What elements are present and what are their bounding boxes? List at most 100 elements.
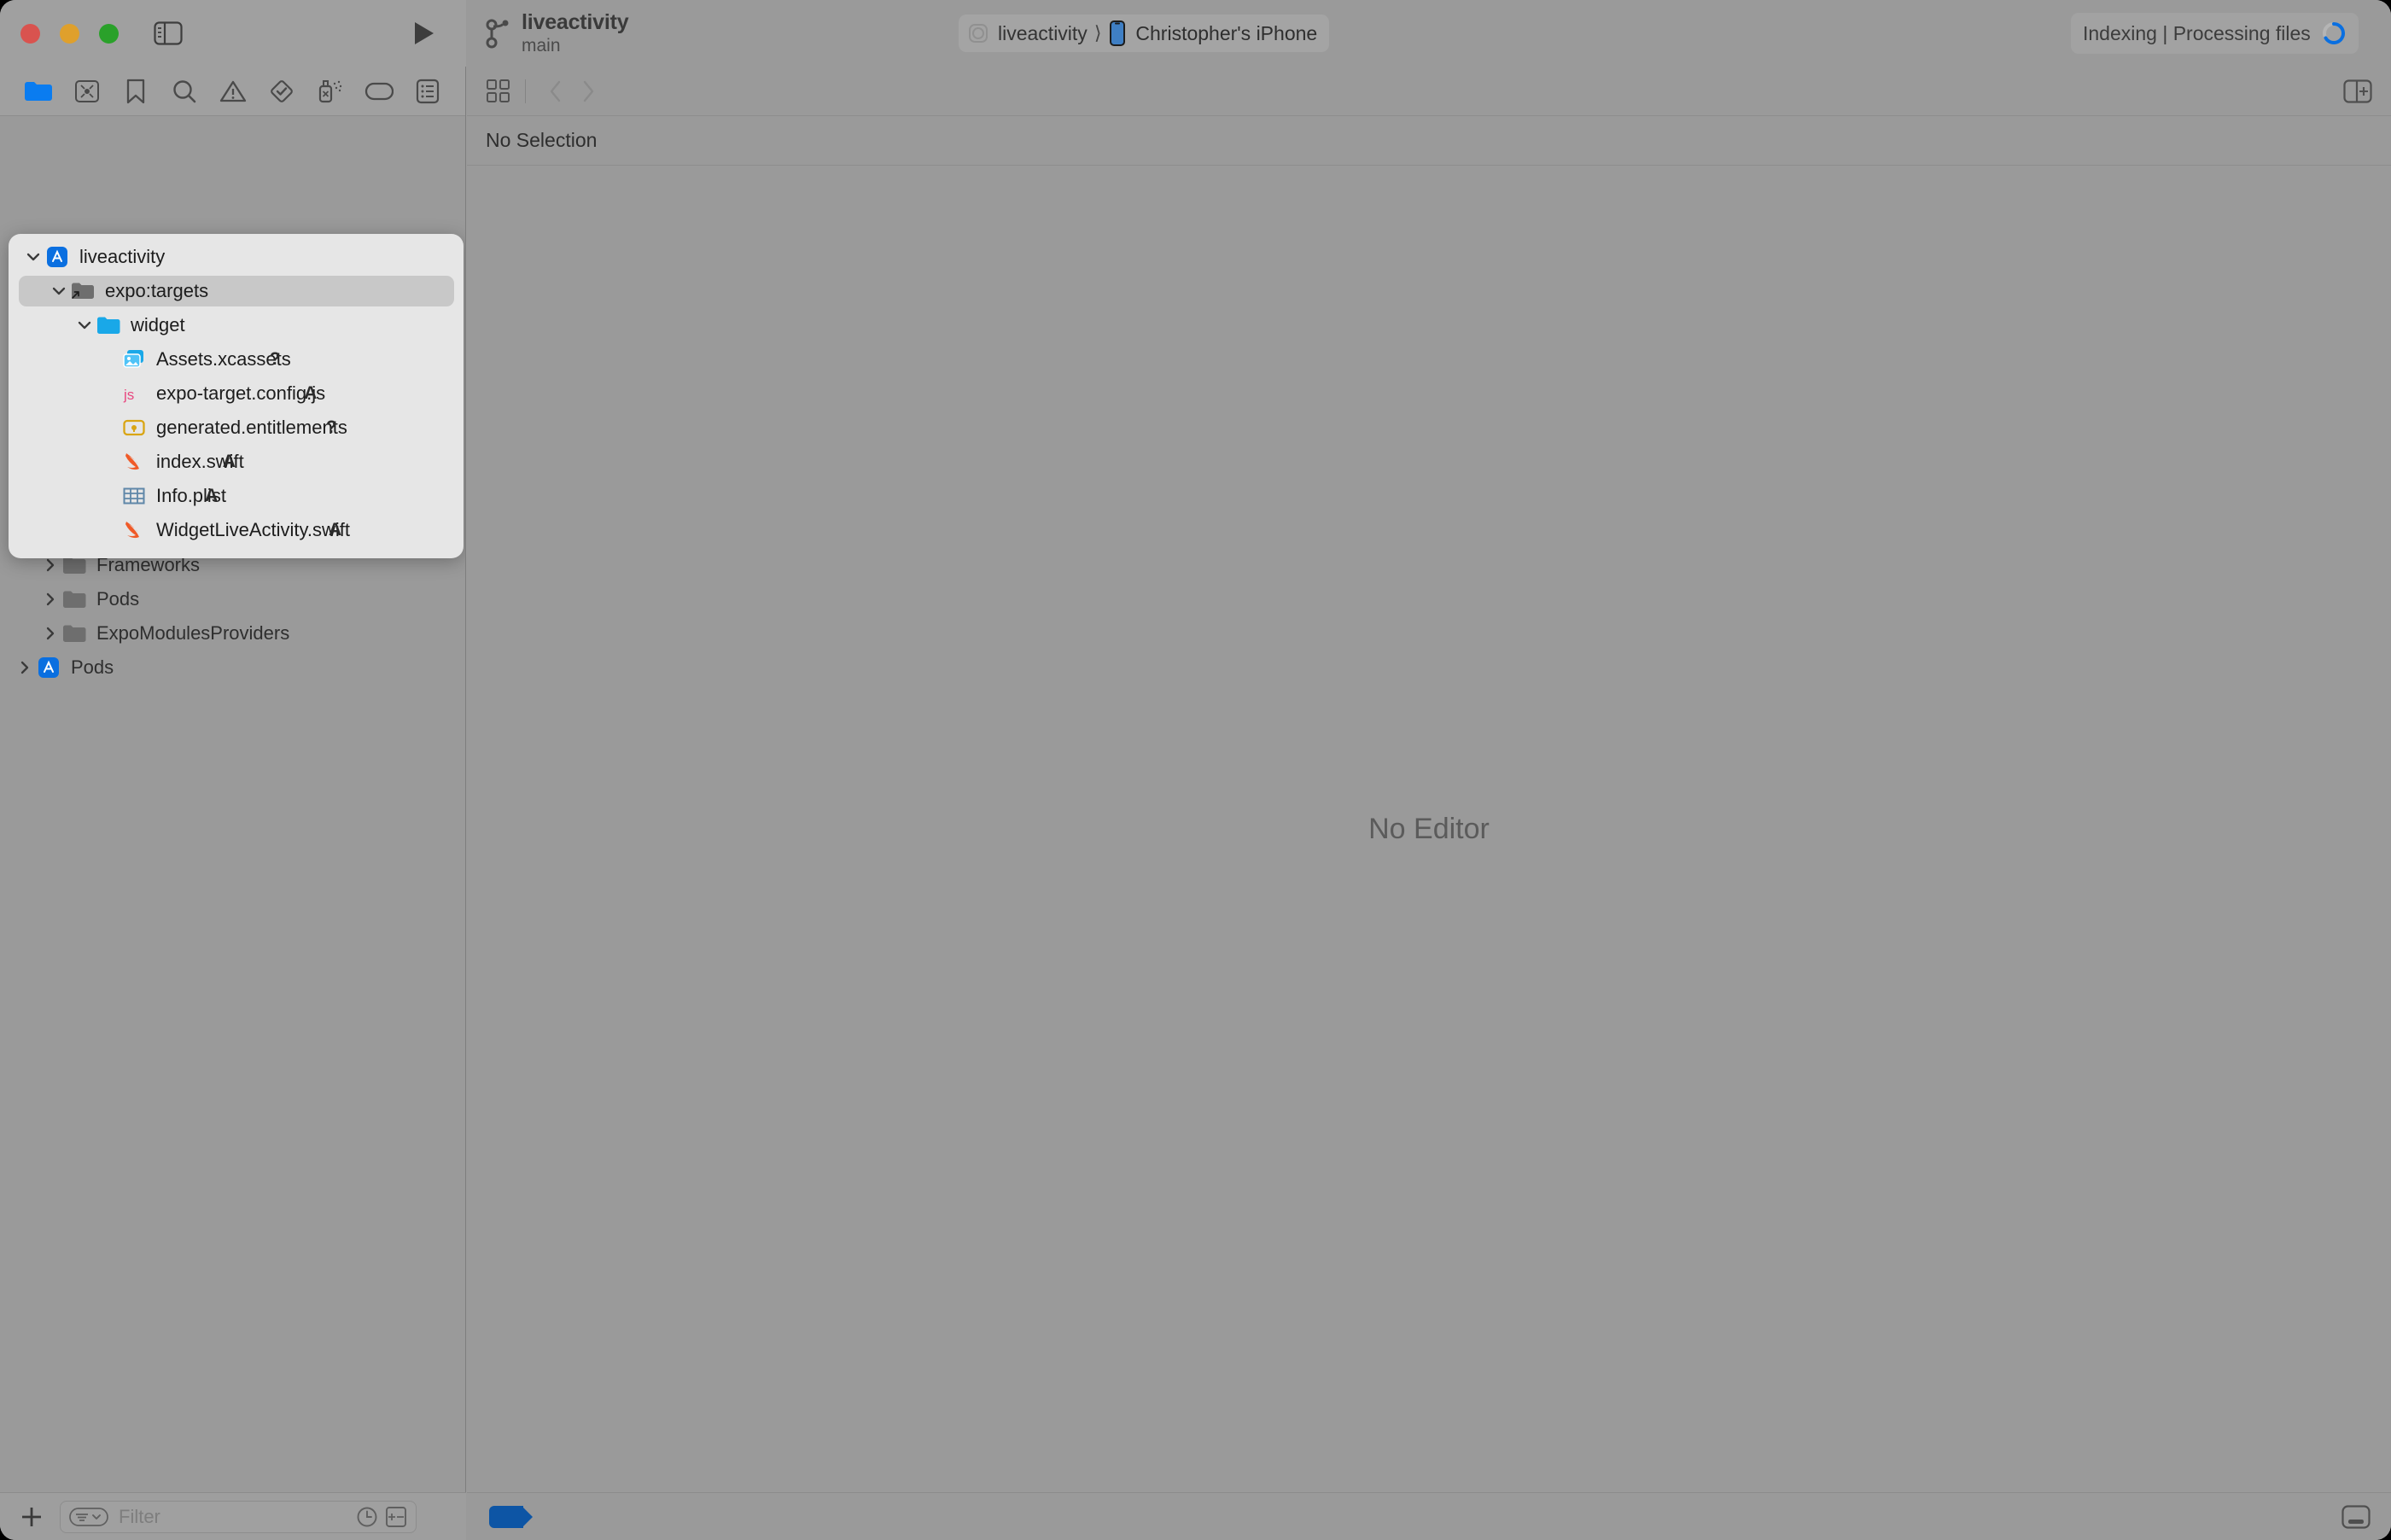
add-editor-icon[interactable] [2343,79,2372,103]
tree-row[interactable]: Pods [0,650,465,685]
editor-toolbar [467,67,2391,116]
folder-gray-icon [61,624,87,643]
chevron-left-icon[interactable] [548,79,563,103]
xcode-window: liveactivity main liveactivity ⟩ [0,0,2391,1540]
tree-row-expo-targets[interactable]: expo:targets [9,274,464,308]
disclosure-chevron-icon[interactable] [39,626,61,641]
tree-row-widgetliveactivity-swift[interactable]: WidgetLiveActivity.swift A [9,513,464,547]
folder-alias-icon [70,280,96,302]
titlebar-left-section [0,0,466,67]
chevron-right-icon[interactable] [580,79,596,103]
folder-gray-icon [61,556,87,575]
zoom-button[interactable] [99,24,119,44]
debug-area-toggle-icon[interactable] [2341,1505,2371,1529]
tree-row-label: WidgetLiveActivity.swift [156,519,350,541]
scheme-device-selector[interactable]: liveactivity ⟩ Christopher's iPhone [959,15,1329,52]
tree-row-info-plist[interactable]: Info.plist A [9,479,464,513]
disclosure-chevron-down-icon[interactable] [48,285,70,297]
activity-status[interactable]: Indexing | Processing files [2071,13,2359,54]
branch-project-name: liveactivity [522,11,628,33]
minimize-button[interactable] [60,24,79,44]
device-name[interactable]: Christopher's iPhone [1135,22,1317,45]
disclosure-chevron-icon[interactable] [14,660,36,675]
tree-row-generated-entitlements[interactable]: generated.entitlements ? [9,411,464,445]
tree-row-label: ExpoModulesProviders [96,622,289,645]
tree-row-label: Pods [71,656,114,679]
tree-row-label: liveactivity [79,246,165,268]
sidebar-toggle-icon[interactable] [154,21,183,45]
scm-status-badge: A [304,383,317,404]
scm-status-badge: A [329,520,341,540]
xcodeproj-icon [44,246,70,268]
branch-indicator[interactable]: liveactivity main [485,11,628,55]
sidebar-item-find-navigator[interactable] [160,73,208,110]
add-file-button[interactable] [19,1504,44,1530]
editor-layout-icon[interactable] [486,79,511,104]
editor-area: No Selection No Editor [467,67,2391,1540]
plus-minus-icon[interactable] [385,1506,407,1528]
filter-placeholder: Filter [119,1506,356,1528]
scheme-name[interactable]: liveactivity [998,22,1088,45]
editor-canvas: No Editor [467,166,2391,1492]
swift-icon [121,451,147,473]
tree-row-label: generated.entitlements [156,417,347,439]
sidebar-item-report-navigator[interactable] [403,73,452,110]
tree-row-index-swift[interactable]: index.swift A [9,445,464,479]
svg-text:js: js [123,387,134,403]
tree-row-label: expo-target.config.js [156,382,325,405]
entitlements-icon [121,417,147,438]
xcassets-icon [121,348,147,370]
sidebar-item-project-navigator[interactable] [14,73,62,110]
sidebar-item-issue-navigator[interactable] [208,73,257,110]
clock-icon[interactable] [356,1506,378,1528]
traffic-lights [20,24,119,44]
editor-bottom-bar [467,1492,2391,1540]
close-button[interactable] [20,24,40,44]
filter-menu-icon[interactable] [69,1507,108,1527]
sidebar-item-breakpoint-navigator[interactable] [354,73,403,110]
file-tree-popup-panel[interactable]: liveactivity expo:targets [9,234,464,558]
titlebar-right-section: liveactivity main liveactivity ⟩ [466,0,2391,67]
scm-status-badge: A [223,452,236,472]
tree-row[interactable]: Pods [0,582,465,616]
navigator-pane: liveactivity Libraries [0,67,466,1540]
titlebar: liveactivity main liveactivity ⟩ [0,0,2391,67]
status-text: Indexing | Processing files [2083,22,2311,45]
scheme-icon [967,22,989,44]
tree-row-label: Pods [96,588,139,610]
navigator-tab-bar [0,67,465,116]
folder-gray-icon [61,590,87,609]
scheme-separator: ⟩ [1094,22,1102,44]
filter-input[interactable]: Filter [60,1501,417,1533]
progress-spinner-icon [2321,20,2347,46]
scm-status-badge: ? [270,349,281,370]
tree-row[interactable]: ExpoModulesProviders [0,616,465,650]
project-navigator-tree[interactable]: liveactivity Libraries [0,116,465,1492]
xcodeproj-icon [36,656,61,679]
scm-status-badge: ? [326,417,337,438]
disclosure-chevron-icon[interactable] [39,592,61,607]
navigator-bottom-bar: Filter [0,1492,466,1540]
editor-jump-bar[interactable]: No Selection [467,116,2391,166]
scm-status-badge: A [205,486,218,506]
tree-row-expo-target-config-js[interactable]: js expo-target.config.js A [9,376,464,411]
sidebar-item-source-control-navigator[interactable] [62,73,111,110]
run-button[interactable] [413,20,435,46]
tree-row-assets-xcassets[interactable]: Assets.xcassets ? [9,342,464,376]
sidebar-item-bookmark-navigator[interactable] [111,73,160,110]
disclosure-chevron-down-icon[interactable] [22,251,44,263]
tree-row-widget[interactable]: widget [9,308,464,342]
tree-row-label: widget [131,314,185,336]
blue-tag-icon[interactable] [489,1506,523,1528]
disclosure-chevron-down-icon[interactable] [73,319,96,331]
toolbar-separator [525,79,526,103]
branch-name: main [522,37,628,55]
jump-bar-no-selection: No Selection [486,129,597,152]
sidebar-item-debug-navigator[interactable] [306,73,354,110]
sidebar-item-test-navigator[interactable] [257,73,306,110]
iphone-icon [1110,20,1125,46]
tree-row-liveactivity[interactable]: liveactivity [9,240,464,274]
branch-icon [485,16,510,50]
js-icon: js [121,382,147,405]
disclosure-chevron-icon[interactable] [39,557,61,573]
